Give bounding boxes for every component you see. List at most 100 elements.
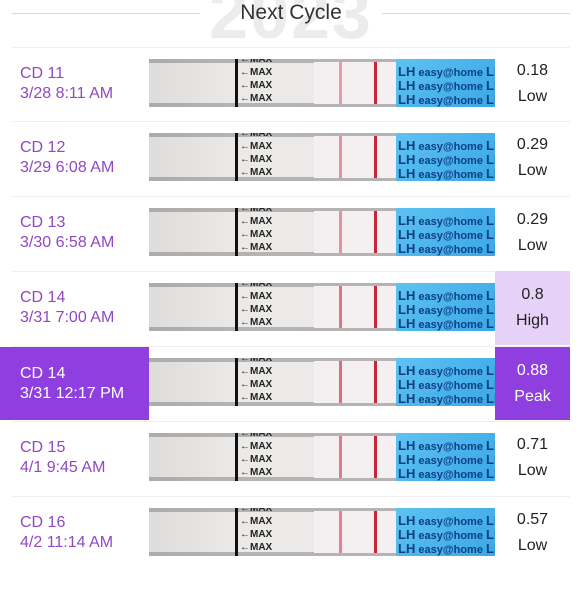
- max-label: ←MAX: [240, 379, 273, 390]
- max-label: ←MAX: [240, 216, 273, 227]
- lh-test-strip-image[interactable]: ←MAX ←MAX ←MAX ←MAX LH easy@home LH LH e…: [149, 208, 495, 256]
- lh-test-strip-image[interactable]: ←MAX ←MAX ←MAX ←MAX LH easy@home LH LH e…: [149, 358, 495, 406]
- lh-level-badge: Low: [517, 537, 548, 554]
- max-label: ←MAX: [240, 154, 273, 165]
- brand-text: LH easy@home LH: [398, 288, 495, 303]
- test-datetime: 4/2 11:14 AM: [20, 534, 114, 551]
- max-label: ←MAX: [240, 141, 273, 152]
- max-label: ←MAX: [240, 392, 273, 403]
- lh-test-strip-image[interactable]: ←MAX ←MAX ←MAX ←MAX LH easy@home LH LH e…: [149, 508, 495, 556]
- result-window: [314, 62, 396, 104]
- lh-ratio-value: 0.88: [516, 361, 549, 379]
- control-line: [374, 62, 377, 104]
- test-datetime: 3/31 7:00 AM: [20, 309, 115, 326]
- test-datetime: 4/1 9:45 AM: [20, 459, 106, 476]
- test-row[interactable]: CD 14 3/31 12:17 PM ←MAX ←MAX ←MAX ←MAX …: [0, 346, 582, 420]
- strip-shadow: [149, 283, 239, 331]
- cycle-day-label: CD 13: [20, 214, 66, 231]
- lh-test-strip-image[interactable]: ←MAX ←MAX ←MAX ←MAX LH easy@home LH LH e…: [149, 133, 495, 181]
- test-row[interactable]: CD 11 3/28 8:11 AM ←MAX ←MAX ←MAX ←MAX L…: [0, 47, 582, 121]
- brand-text: LH easy@home LH: [398, 152, 495, 167]
- result-window: [314, 511, 396, 553]
- lh-test-strip-image[interactable]: ←MAX ←MAX ←MAX ←MAX LH easy@home LH LH e…: [149, 433, 495, 481]
- strip-handle: LH easy@home LH LH easy@home LH LH easy@…: [396, 208, 495, 256]
- max-bar: [235, 283, 238, 331]
- lh-level-badge: Peak: [514, 387, 551, 405]
- strip-handle: LH easy@home LH LH easy@home LH LH easy@…: [396, 283, 495, 331]
- lh-test-strip-image[interactable]: ←MAX ←MAX ←MAX ←MAX LH easy@home LH LH e…: [149, 283, 495, 331]
- brand-text: LH easy@home LH: [398, 541, 495, 556]
- test-date-cell: CD 15 4/1 9:45 AM: [0, 421, 149, 495]
- lh-ratio-value: 0.18: [516, 62, 549, 79]
- cycle-day-label: CD 11: [20, 65, 65, 82]
- test-date-cell: CD 11 3/28 8:11 AM: [0, 47, 149, 121]
- test-row[interactable]: CD 12 3/29 6:08 AM ←MAX ←MAX ←MAX ←MAX L…: [0, 121, 582, 195]
- cycle-day-label: CD 16: [20, 514, 66, 531]
- brand-text: LH easy@home LH: [398, 78, 495, 93]
- max-label: ←MAX: [240, 80, 273, 91]
- strip-handle: LH easy@home LH LH easy@home LH LH easy@…: [396, 59, 495, 107]
- max-label: ←MAX: [240, 229, 273, 240]
- lh-level-badge: Low: [517, 237, 548, 254]
- lh-level-badge: Low: [517, 162, 548, 179]
- brand-text: LH easy@home LH: [398, 527, 495, 542]
- lh-test-strip-image[interactable]: ←MAX ←MAX ←MAX ←MAX LH easy@home LH LH e…: [149, 59, 495, 107]
- brand-text: LH easy@home LH: [398, 391, 495, 406]
- brand-text: LH easy@home LH: [398, 92, 495, 107]
- test-row[interactable]: CD 14 3/31 7:00 AM ←MAX ←MAX ←MAX ←MAX L…: [0, 271, 582, 345]
- max-label: ←MAX: [240, 283, 273, 289]
- test-date-cell: CD 13 3/30 6:58 AM: [0, 196, 149, 270]
- max-bar: [235, 508, 238, 556]
- max-label: ←MAX: [240, 542, 273, 553]
- lh-result-cell: 0.8 High: [495, 271, 570, 345]
- max-label: ←MAX: [240, 317, 273, 328]
- result-window: [314, 436, 396, 478]
- strip-shadow: [149, 433, 239, 481]
- test-line: [339, 62, 342, 104]
- max-label: ←MAX: [240, 366, 273, 377]
- test-row[interactable]: CD 16 4/2 11:14 AM ←MAX ←MAX ←MAX ←MAX L…: [0, 496, 582, 570]
- brand-text: LH easy@home LH: [398, 64, 495, 79]
- max-label: ←MAX: [240, 433, 273, 439]
- lh-result-cell: 0.29 Low: [495, 121, 570, 195]
- cycle-day-label: CD 14: [20, 289, 66, 306]
- max-label: ←MAX: [240, 291, 273, 302]
- lh-result-cell: 0.88 Peak: [495, 347, 570, 420]
- brand-text: LH easy@home LH: [398, 466, 495, 481]
- test-date-cell: CD 14 3/31 7:00 AM: [0, 271, 149, 345]
- max-label: ←MAX: [240, 508, 273, 514]
- brand-text: LH easy@home LH: [398, 241, 495, 256]
- test-line: [339, 136, 342, 178]
- cycle-day-label: CD 14: [20, 364, 66, 382]
- lh-ratio-value: 0.8: [521, 286, 544, 303]
- max-label: ←MAX: [240, 467, 273, 478]
- max-label: ←MAX: [240, 441, 273, 452]
- test-date-cell: CD 12 3/29 6:08 AM: [0, 121, 149, 195]
- lh-ratio-value: 0.29: [516, 211, 549, 228]
- control-line: [374, 361, 377, 403]
- page-title: Next Cycle: [240, 1, 342, 24]
- max-label: ←MAX: [240, 67, 273, 78]
- test-line: [339, 436, 342, 478]
- max-label: ←MAX: [240, 59, 273, 65]
- brand-text: LH easy@home LH: [398, 227, 495, 242]
- lh-result-cell: 0.57 Low: [495, 496, 570, 570]
- lh-level-badge: High: [516, 312, 549, 329]
- test-row[interactable]: CD 13 3/30 6:58 AM ←MAX ←MAX ←MAX ←MAX L…: [0, 196, 582, 270]
- strip-shadow: [149, 358, 239, 406]
- max-label: ←MAX: [240, 304, 273, 315]
- lh-ratio-value: 0.29: [516, 136, 549, 153]
- lh-result-cell: 0.29 Low: [495, 196, 570, 270]
- strip-handle: LH easy@home LH LH easy@home LH LH easy@…: [396, 433, 495, 481]
- max-bar: [235, 358, 238, 406]
- brand-text: LH easy@home LH: [398, 166, 495, 181]
- max-label: ←MAX: [240, 516, 273, 527]
- max-label: ←MAX: [240, 529, 273, 540]
- max-bar: [235, 133, 238, 181]
- result-window: [314, 136, 396, 178]
- test-datetime: 3/30 6:58 AM: [20, 234, 115, 251]
- brand-text: LH easy@home LH: [398, 363, 495, 378]
- test-row[interactable]: CD 15 4/1 9:45 AM ←MAX ←MAX ←MAX ←MAX LH…: [0, 421, 582, 495]
- header: 2023 Next Cycle: [0, 0, 582, 53]
- strip-handle: LH easy@home LH LH easy@home LH LH easy@…: [396, 358, 495, 406]
